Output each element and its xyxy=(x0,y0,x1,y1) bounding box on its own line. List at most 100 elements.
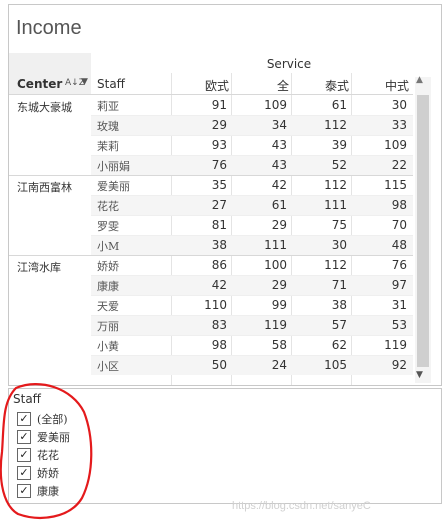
column-group-header: Service xyxy=(266,57,312,71)
value-cell: 43 xyxy=(271,138,287,152)
dropdown-icon[interactable]: ▼ xyxy=(81,77,88,87)
value-cell: 27 xyxy=(211,198,227,212)
value-cell: 109 xyxy=(264,98,287,112)
red-annotation-circle xyxy=(0,383,93,519)
row-divider xyxy=(91,295,413,296)
staff-cell: 小区 xyxy=(97,360,119,373)
value-cell: 115 xyxy=(384,178,407,192)
scroll-down-icon[interactable]: ▼ xyxy=(416,370,423,380)
value-cell: 112 xyxy=(324,118,347,132)
value-cell: 38 xyxy=(211,238,227,252)
row-divider xyxy=(91,235,413,236)
value-cell: 58 xyxy=(271,338,287,352)
value-cell: 29 xyxy=(271,218,287,232)
row-divider xyxy=(91,215,413,216)
table-row[interactable]: 小丽娟 76 43 52 22 xyxy=(91,155,413,175)
value-cell: 22 xyxy=(391,158,407,172)
value-cell: 86 xyxy=(211,258,227,272)
value-cell: 52 xyxy=(331,158,347,172)
value-cell: 38 xyxy=(331,298,347,312)
value-cell: 24 xyxy=(271,358,287,372)
value-cell: 100 xyxy=(264,258,287,272)
column-header: 泰式 xyxy=(324,79,349,93)
value-cell: 75 xyxy=(331,218,347,232)
table-row[interactable]: 小M 38 111 30 48 xyxy=(91,235,413,255)
value-cell: 76 xyxy=(211,158,227,172)
value-cell: 109 xyxy=(384,138,407,152)
table-row[interactable]: 康康 42 29 71 97 xyxy=(91,275,413,295)
value-cell: 119 xyxy=(264,318,287,332)
value-cell: 31 xyxy=(391,298,407,312)
table-row[interactable]: 莉亚 91 109 61 30 xyxy=(91,95,413,115)
value-cell: 111 xyxy=(264,238,287,252)
crosstab-panel: Income Service Center A↓Z ▼ Staff 欧式 全 泰… xyxy=(8,4,442,386)
value-cell: 81 xyxy=(211,218,227,232)
row-divider xyxy=(91,335,413,336)
value-cell: 98 xyxy=(211,338,227,352)
value-cell: 92 xyxy=(391,358,407,372)
table-row[interactable]: 罗雯 81 29 75 70 xyxy=(91,215,413,235)
table-row[interactable]: 小区 50 24 105 92 xyxy=(91,355,413,375)
value-cell: 111 xyxy=(324,198,347,212)
value-cell: 62 xyxy=(331,338,347,352)
staff-cell: 娇娇 xyxy=(97,260,119,273)
column-header: 全 xyxy=(276,79,289,93)
center-header[interactable]: Center xyxy=(17,77,62,91)
center-group-label: 江南西富林 xyxy=(17,181,72,194)
value-cell: 99 xyxy=(271,298,287,312)
column-header: 中式 xyxy=(384,79,409,93)
row-divider xyxy=(91,195,413,196)
value-cell: 35 xyxy=(211,178,227,192)
value-cell: 70 xyxy=(391,218,407,232)
value-cell: 61 xyxy=(331,98,347,112)
staff-cell: 花花 xyxy=(97,200,119,213)
staff-cell: 小M xyxy=(97,240,120,253)
row-divider xyxy=(91,315,413,316)
staff-cell: 康康 xyxy=(97,280,119,293)
value-cell: 112 xyxy=(324,178,347,192)
value-cell: 91 xyxy=(211,98,227,112)
row-divider xyxy=(91,115,413,116)
value-cell: 42 xyxy=(211,278,227,292)
watermark: https://blog.csdn.net/sanyeC xyxy=(232,500,371,512)
table-row[interactable]: 爱美丽 35 42 112 115 xyxy=(91,175,413,195)
value-cell: 39 xyxy=(331,138,347,152)
table-row[interactable]: 娇娇 86 100 112 76 xyxy=(91,255,413,275)
value-cell: 42 xyxy=(271,178,287,192)
value-cell: 30 xyxy=(391,98,407,112)
table-row[interactable]: 天爱 110 99 38 31 xyxy=(91,295,413,315)
staff-cell: 莉亚 xyxy=(97,100,119,113)
value-cell: 33 xyxy=(391,118,407,132)
sheet-title: Income xyxy=(16,17,82,39)
row-divider xyxy=(91,135,413,136)
value-cell: 53 xyxy=(391,318,407,332)
row-divider xyxy=(91,355,413,356)
table-row[interactable]: 玫瑰 29 34 112 33 xyxy=(91,115,413,135)
value-cell: 83 xyxy=(211,318,227,332)
row-divider xyxy=(91,155,413,156)
table-row[interactable]: 小黄 98 58 62 119 xyxy=(91,335,413,355)
value-cell: 50 xyxy=(211,358,227,372)
table-row[interactable]: 茉莉 93 43 39 109 xyxy=(91,135,413,155)
value-cell: 43 xyxy=(271,158,287,172)
value-cell: 112 xyxy=(324,258,347,272)
staff-cell: 玫瑰 xyxy=(97,120,119,133)
value-cell: 93 xyxy=(211,138,227,152)
staff-cell: 小黄 xyxy=(97,340,119,353)
value-cell: 48 xyxy=(391,238,407,252)
column-header: 欧式 xyxy=(204,79,229,93)
center-group-label: 东城大豪城 xyxy=(17,101,72,114)
value-cell: 29 xyxy=(271,278,287,292)
value-cell: 57 xyxy=(331,318,347,332)
scrollbar-thumb[interactable] xyxy=(417,95,429,367)
value-cell: 30 xyxy=(331,238,347,252)
table-row[interactable]: 万丽 83 119 57 53 xyxy=(91,315,413,335)
staff-cell: 小丽娟 xyxy=(97,160,130,173)
scroll-up-icon[interactable]: ▲ xyxy=(416,75,423,85)
value-cell: 119 xyxy=(384,338,407,352)
staff-cell: 万丽 xyxy=(97,320,119,333)
value-cell: 110 xyxy=(204,298,227,312)
table-row[interactable]: 花花 27 61 111 98 xyxy=(91,195,413,215)
value-cell: 105 xyxy=(324,358,347,372)
center-group-label: 江湾水库 xyxy=(17,261,61,274)
